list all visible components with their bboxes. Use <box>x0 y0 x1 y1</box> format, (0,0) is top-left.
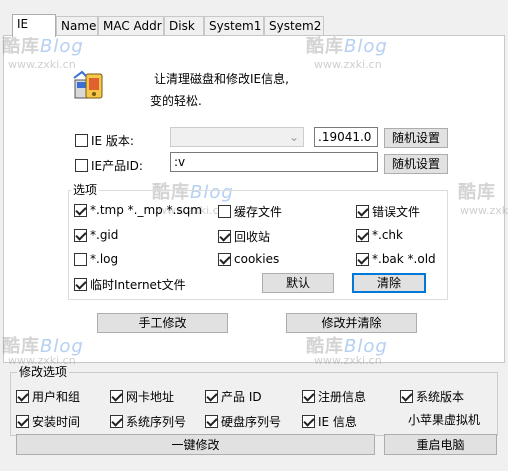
option-gid[interactable]: *.gid <box>74 228 118 242</box>
modify-users-groups[interactable]: 用户和组 <box>16 388 80 405</box>
option-log-check[interactable] <box>74 252 87 266</box>
modify-users-groups-check[interactable] <box>16 390 29 403</box>
modify-ie-info[interactable]: IE 信息 <box>302 413 357 430</box>
app-icon <box>72 68 106 102</box>
tab-mac-addr[interactable]: MAC Addr <box>98 16 164 36</box>
option-chk[interactable]: *.chk <box>356 228 403 242</box>
option-cache-check[interactable] <box>218 205 231 218</box>
vm-label: 小苹果虚拟机 <box>408 413 481 427</box>
modify-and-clear-button[interactable]: 修改并清除 <box>286 313 417 333</box>
option-cookies[interactable]: cookies <box>218 252 279 266</box>
watermark: 酷库Blog <box>306 36 388 57</box>
modify-options-title: 修改选项 <box>17 365 70 379</box>
ie-version-label: IE 版本: <box>91 134 134 148</box>
modify-install-time[interactable]: 安装时间 <box>16 413 80 430</box>
ie-version-random-button[interactable]: 随机设置 <box>384 128 448 148</box>
modify-install-time-check[interactable] <box>16 415 29 428</box>
watermark-url: www.zxki.cn <box>8 58 76 71</box>
modify-system-serial-check[interactable] <box>110 415 123 428</box>
ie-product-id-check[interactable] <box>75 159 88 172</box>
tab-system1[interactable]: System1 <box>204 16 264 36</box>
modify-registration-check[interactable] <box>302 390 315 403</box>
clear-button[interactable]: 清除 <box>352 273 426 293</box>
restart-button[interactable]: 重启电脑 <box>384 434 497 455</box>
tab-disk[interactable]: Disk <box>164 16 204 36</box>
option-tmp[interactable]: *.tmp *._mp *.sqm <box>74 203 202 217</box>
one-click-modify-button[interactable]: 一键修改 <box>16 434 375 455</box>
watermark-url: www.zxki.cn <box>314 354 382 367</box>
options-title: 选项 <box>71 183 100 197</box>
option-cookies-check[interactable] <box>218 252 231 266</box>
manual-modify-button[interactable]: 手工修改 <box>97 313 228 333</box>
modify-registration[interactable]: 注册信息 <box>302 388 366 405</box>
option-bak-check[interactable] <box>356 252 369 266</box>
ie-product-id-random-button[interactable]: 随机设置 <box>384 154 448 174</box>
modify-mac-check[interactable] <box>110 390 123 403</box>
option-error[interactable]: 错误文件 <box>356 203 420 220</box>
modify-product-id-check[interactable] <box>205 390 218 403</box>
chevron-down-icon: ⌄ <box>288 130 299 144</box>
ie-version-value[interactable]: .19041.0 <box>314 127 378 147</box>
modify-system-version-check[interactable] <box>400 390 413 403</box>
option-temp-internet-check[interactable] <box>74 278 87 291</box>
option-bak[interactable]: *.bak *.old <box>356 252 436 266</box>
ie-version-check[interactable] <box>75 134 88 147</box>
ie-product-id-label: IE产品ID: <box>91 159 143 173</box>
watermark-url: www.zxki.cn <box>314 58 382 71</box>
ie-product-id-checkbox[interactable]: IE产品ID: <box>75 157 143 174</box>
modify-system-version[interactable]: 系统版本 <box>400 388 464 405</box>
modify-disk-serial[interactable]: 硬盘序列号 <box>205 413 281 430</box>
default-button[interactable]: 默认 <box>262 273 334 293</box>
tab-ie[interactable]: IE <box>12 14 56 37</box>
intro-line1: 让清理磁盘和修改IE信息, <box>154 72 289 86</box>
option-temp-internet[interactable]: 临时Internet文件 <box>74 276 186 293</box>
option-log[interactable]: *.log <box>74 252 118 266</box>
modify-product-id[interactable]: 产品 ID <box>205 388 262 405</box>
option-chk-check[interactable] <box>356 228 369 242</box>
modify-system-serial[interactable]: 系统序列号 <box>110 413 186 430</box>
ie-version-combo[interactable]: ⌄ <box>170 127 304 147</box>
modify-ie-info-check[interactable] <box>302 415 315 428</box>
ie-product-id-input[interactable]: :v <box>170 152 378 172</box>
option-error-check[interactable] <box>356 205 369 218</box>
intro-line2: 变的轻松. <box>150 94 202 108</box>
option-cache[interactable]: 缓存文件 <box>218 203 282 220</box>
option-recycle[interactable]: 回收站 <box>218 228 270 245</box>
ie-version-checkbox[interactable]: IE 版本: <box>75 132 134 149</box>
watermark: 酷库 <box>458 182 496 203</box>
option-gid-check[interactable] <box>74 228 87 242</box>
watermark-url: www.zxki.cn <box>460 204 508 217</box>
modify-disk-serial-check[interactable] <box>205 415 218 428</box>
modify-mac[interactable]: 网卡地址 <box>110 388 174 405</box>
option-recycle-check[interactable] <box>218 230 231 243</box>
option-tmp-check[interactable] <box>74 203 87 217</box>
